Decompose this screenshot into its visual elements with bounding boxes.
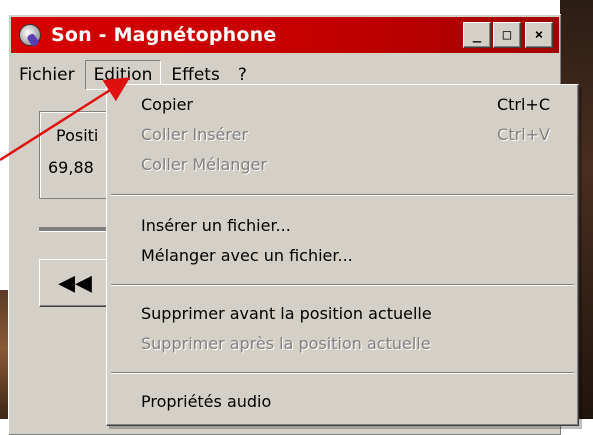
annotation-arrow [0,77,131,162]
arrow-line [0,77,131,162]
